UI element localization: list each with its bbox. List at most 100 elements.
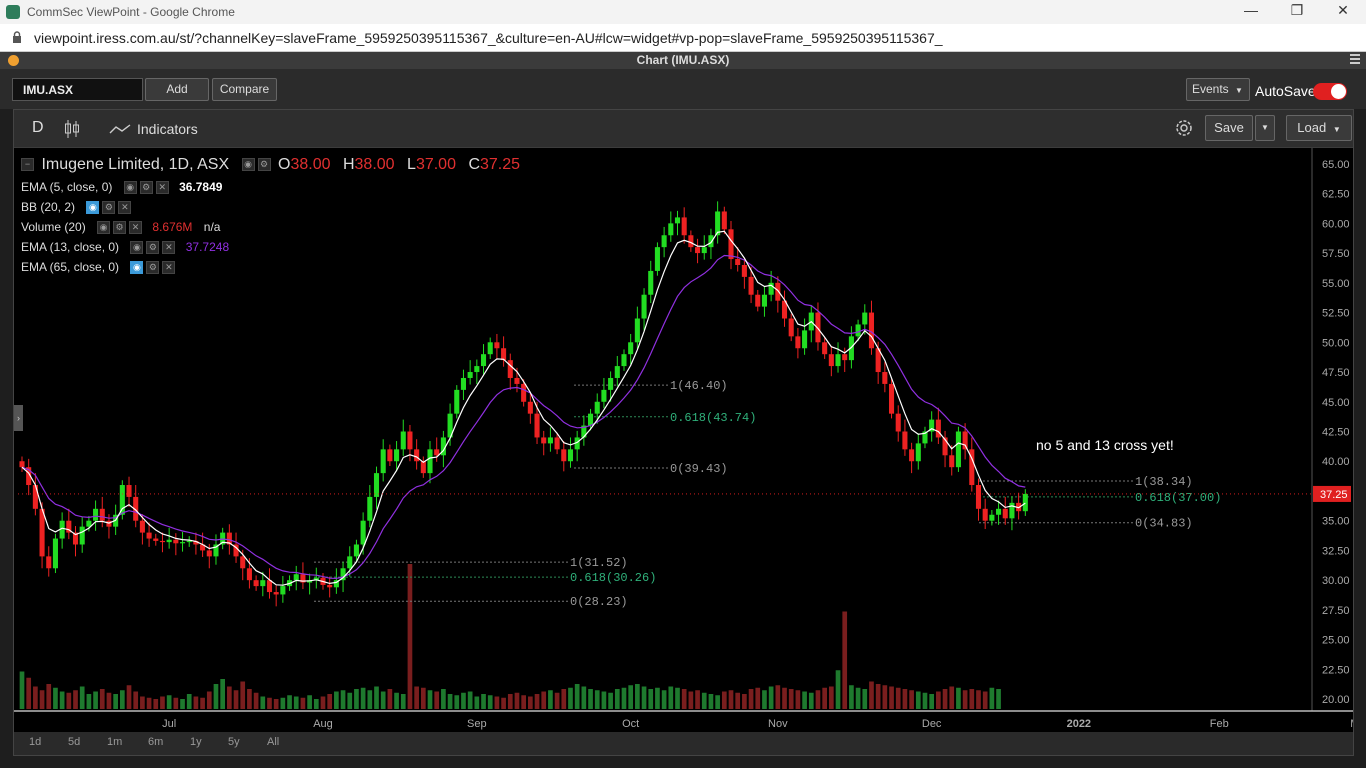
indicators-icon[interactable] [109, 124, 131, 134]
candle-body [253, 580, 259, 587]
eye-icon[interactable]: ◉ [130, 241, 144, 255]
url-text[interactable]: viewpoint.iress.com.au/st/?channelKey=sl… [34, 30, 943, 46]
eye-icon[interactable]: ◉ [97, 221, 111, 235]
add-button[interactable]: Add [145, 78, 209, 101]
close-icon[interactable]: ✕ [1320, 2, 1366, 19]
close-icon[interactable]: ✕ [162, 241, 176, 255]
save-options-chevron-down-icon[interactable]: ▼ [1255, 115, 1275, 141]
volume-bar [140, 696, 145, 709]
candle-body [380, 449, 386, 474]
volume-bar [882, 685, 888, 709]
volume-bar [186, 694, 192, 709]
candle-body [748, 276, 754, 295]
settings-icon[interactable]: ⚙ [146, 241, 160, 255]
gear-icon[interactable] [1173, 117, 1195, 139]
close-label: C [468, 156, 480, 173]
volume-bar [548, 690, 553, 709]
period-6m[interactable]: 6m [148, 736, 163, 748]
volume-bar [655, 687, 660, 709]
candle-body [387, 449, 393, 462]
y-tick-label: 57.50 [1322, 248, 1350, 260]
chevron-right-icon[interactable]: › [14, 405, 23, 431]
period-5d[interactable]: 5d [68, 736, 80, 748]
volume-bar [173, 697, 179, 709]
volume-bar [909, 690, 914, 709]
study-ema13-value: 37.7248 [185, 240, 230, 254]
period-1y[interactable]: 1y [190, 736, 202, 748]
volume-bar [849, 685, 854, 709]
candle-body [996, 508, 1002, 515]
volume-bar [815, 690, 821, 709]
candle-body [541, 437, 547, 444]
close-icon[interactable]: ✕ [162, 261, 176, 275]
fib-level-label: 0.618(37.00) [1135, 491, 1221, 505]
candle-body [608, 377, 614, 390]
close-icon[interactable]: ✕ [129, 221, 143, 235]
eye-icon[interactable]: ◉ [86, 201, 100, 215]
settings-icon[interactable]: ⚙ [146, 261, 160, 275]
x-tick-label: Oct [622, 718, 639, 730]
period-1m[interactable]: 1m [107, 736, 122, 748]
volume-bar [862, 689, 868, 709]
x-tick-label: Jul [162, 718, 176, 730]
volume-bar [347, 692, 353, 709]
candle-body [728, 229, 734, 260]
candle-body [674, 217, 681, 224]
volume-bar [340, 690, 346, 709]
study-ema5-label: EMA (5, close, 0) [21, 180, 113, 194]
indicators-button[interactable]: Indicators [137, 121, 198, 137]
candle-body [1022, 493, 1028, 512]
period-1d[interactable]: 1d [29, 736, 41, 748]
collapse-legend-icon[interactable]: − [21, 158, 34, 172]
volume-bar [701, 692, 707, 709]
load-dropdown[interactable]: Load ▼ [1286, 115, 1352, 141]
volume-bar [307, 695, 312, 709]
settings-icon[interactable]: ⚙ [139, 181, 153, 195]
eye-icon[interactable]: ◉ [241, 158, 255, 172]
eye-icon[interactable]: ◉ [123, 181, 137, 195]
settings-icon[interactable]: ⚙ [257, 158, 271, 172]
candle-body [795, 336, 801, 349]
volume-bar [240, 681, 246, 709]
restore-icon[interactable]: ❐ [1274, 2, 1320, 19]
candle-body [173, 539, 179, 544]
volume-bar [133, 691, 139, 709]
candle-body [246, 568, 252, 581]
address-bar[interactable]: viewpoint.iress.com.au/st/?channelKey=sl… [0, 24, 1366, 52]
candle-body [460, 377, 466, 390]
volume-bar [514, 692, 520, 709]
volume-bar [675, 687, 680, 709]
volume-bar [755, 687, 761, 709]
hamburger-menu-icon[interactable] [1350, 54, 1360, 66]
settings-icon[interactable]: ⚙ [113, 221, 127, 235]
candle-body [521, 383, 527, 402]
period-all[interactable]: All [267, 736, 279, 748]
candlestick-type-icon[interactable] [64, 119, 80, 139]
volume-bar [775, 685, 781, 709]
candle-body [360, 520, 366, 545]
candle-body [614, 366, 620, 378]
interval-selector[interactable]: D [32, 119, 44, 137]
symbol-input[interactable]: IMU.ASX [12, 78, 143, 101]
eye-icon[interactable]: ◉ [130, 261, 144, 275]
volume-bar [26, 677, 32, 709]
candle-body [434, 449, 440, 456]
ema5-line [21, 230, 1026, 586]
autosave-toggle[interactable] [1313, 83, 1347, 100]
volume-bar [46, 684, 52, 709]
save-button[interactable]: Save [1205, 115, 1253, 141]
events-dropdown[interactable]: Events ▼ [1186, 78, 1250, 101]
candle-body [641, 294, 647, 319]
close-icon[interactable]: ✕ [118, 201, 132, 215]
period-5y[interactable]: 5y [228, 736, 240, 748]
volume-bar [855, 687, 861, 709]
minimize-icon[interactable]: — [1228, 2, 1274, 18]
volume-bar [327, 694, 333, 709]
volume-bar [126, 685, 132, 709]
y-tick-label: 45.00 [1322, 397, 1350, 409]
y-tick-label: 65.00 [1322, 159, 1350, 171]
close-icon[interactable]: ✕ [155, 181, 169, 195]
volume-bar [260, 696, 266, 709]
compare-button[interactable]: Compare [212, 78, 277, 101]
settings-icon[interactable]: ⚙ [102, 201, 116, 215]
